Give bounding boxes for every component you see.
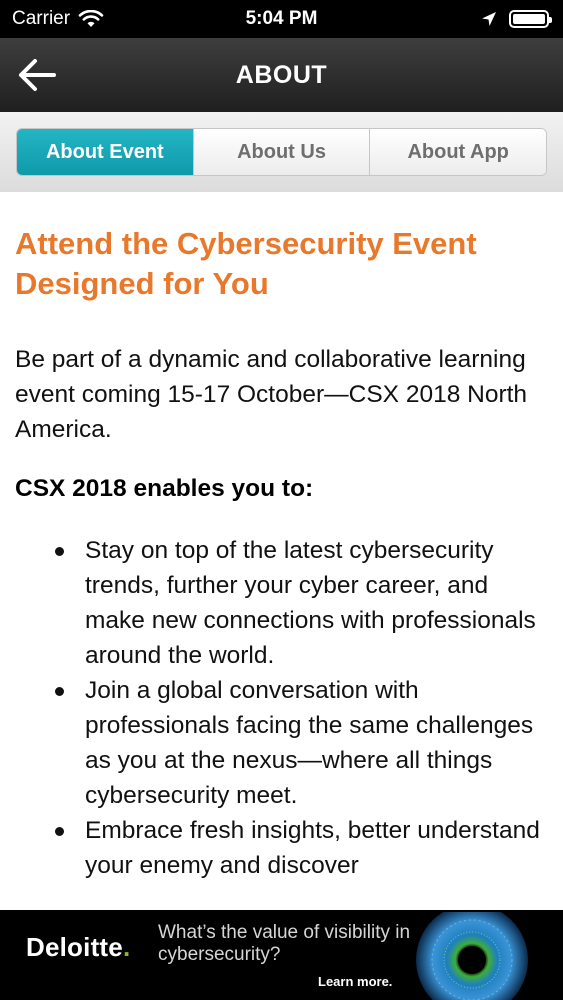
list-item: Join a global conversation with professi… bbox=[15, 673, 548, 813]
event-intro: Be part of a dynamic and collaborative l… bbox=[15, 346, 528, 443]
ad-brand-dot: . bbox=[122, 932, 131, 962]
status-bar: Carrier 5:04 PM bbox=[0, 0, 563, 38]
list-item-text: Stay on top of the latest cybersecurity … bbox=[85, 537, 536, 669]
event-headline: Attend the Cybersecurity Event Designed … bbox=[15, 226, 477, 301]
wifi-icon bbox=[78, 10, 104, 27]
status-right bbox=[481, 10, 552, 28]
tabs-bar: About Event About Us About App bbox=[0, 112, 563, 192]
back-arrow-icon bbox=[19, 59, 56, 91]
status-left: Carrier bbox=[12, 8, 104, 30]
back-button[interactable] bbox=[12, 51, 60, 99]
list-item-text: Join a global conversation with professi… bbox=[85, 677, 534, 809]
benefits-list: Stay on top of the latest cybersecurity … bbox=[15, 533, 548, 883]
battery-fill bbox=[513, 14, 545, 24]
segmented-control: About Event About Us About App bbox=[16, 128, 547, 176]
ad-brand: Deloitte bbox=[26, 932, 123, 962]
screen: Carrier 5:04 PM ABOUT About Event About … bbox=[0, 0, 563, 1000]
list-item: Embrace fresh insights, better understan… bbox=[15, 813, 548, 883]
bullet-dot-icon bbox=[15, 533, 85, 673]
tab-about-us[interactable]: About Us bbox=[192, 129, 370, 175]
ad-banner[interactable]: Deloitte. What’s the value of visibility… bbox=[0, 910, 563, 1000]
nav-bar: ABOUT bbox=[0, 38, 563, 112]
ad-logo: Deloitte. bbox=[26, 932, 130, 963]
carrier-label: Carrier bbox=[12, 8, 71, 29]
bullet-dot-icon bbox=[15, 673, 85, 813]
location-arrow-icon bbox=[482, 12, 496, 26]
benefits-heading: CSX 2018 enables you to: bbox=[15, 475, 314, 502]
ad-text: What’s the value of visibility in cybers… bbox=[158, 922, 411, 965]
ad-learn-more-link[interactable]: Learn more. bbox=[318, 974, 392, 989]
page-title: ABOUT bbox=[235, 60, 328, 89]
eye-iris-icon bbox=[416, 912, 528, 1000]
list-item-text: Embrace fresh insights, better understan… bbox=[85, 817, 540, 879]
battery-icon bbox=[509, 10, 552, 28]
tab-about-app[interactable]: About App bbox=[369, 129, 546, 175]
content-area[interactable]: Attend the Cybersecurity Event Designed … bbox=[0, 192, 563, 910]
bullet-dot-icon bbox=[15, 813, 85, 883]
tab-about-event[interactable]: About Event bbox=[17, 129, 193, 175]
list-item: Stay on top of the latest cybersecurity … bbox=[15, 533, 548, 673]
